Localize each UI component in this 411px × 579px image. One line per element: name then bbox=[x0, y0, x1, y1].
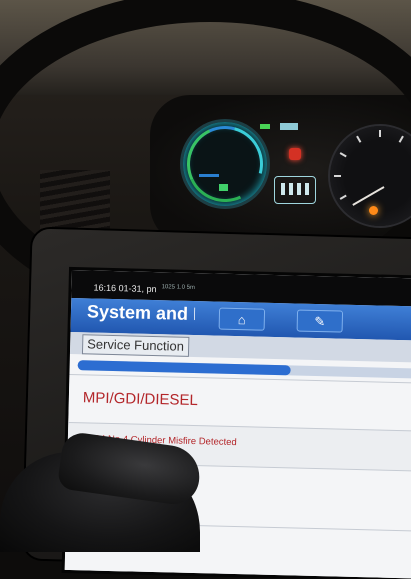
check-engine-lamp bbox=[369, 206, 378, 215]
page-title: System and F bbox=[86, 301, 196, 325]
breadcrumb[interactable]: Service Function bbox=[81, 334, 190, 357]
status-time: 16:16 01-31, pn bbox=[93, 282, 157, 295]
home-icon: ⌂ bbox=[237, 312, 246, 328]
status-battery: 1025 1.0 5m bbox=[161, 284, 196, 292]
cyan-warning-lamp bbox=[280, 123, 298, 130]
red-warning-lamp bbox=[289, 148, 301, 160]
gauge-indicator bbox=[199, 174, 219, 177]
green-warning-lamp bbox=[260, 124, 270, 129]
report-icon: ✎ bbox=[314, 313, 326, 330]
report-button[interactable]: ✎ bbox=[296, 309, 344, 333]
home-button[interactable]: ⌂ bbox=[218, 307, 266, 331]
progress-fill bbox=[77, 360, 292, 376]
gear-display bbox=[274, 176, 316, 204]
speedometer-needle bbox=[352, 186, 385, 206]
power-gauge bbox=[173, 112, 277, 216]
ready-indicator bbox=[219, 184, 228, 191]
list-item-label: MPI/GDI/DIESEL bbox=[82, 389, 199, 410]
